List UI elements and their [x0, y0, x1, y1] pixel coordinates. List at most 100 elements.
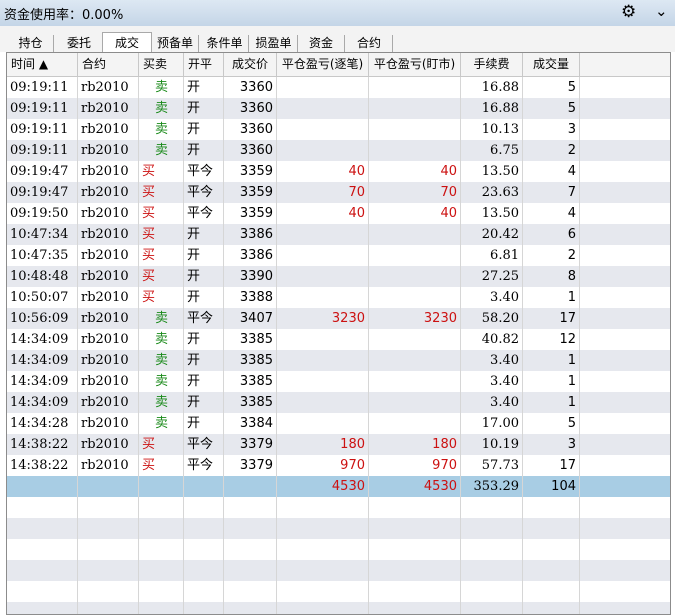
cell-empty — [580, 518, 670, 539]
col-price[interactable]: 成交价 — [224, 53, 277, 76]
cell-time: 10:47:35 — [7, 245, 78, 266]
table-row[interactable]: 14:34:09 rb2010 卖开 3385 3.40 1 — [7, 371, 670, 392]
table-row[interactable]: 14:34:09 rb2010 卖开 3385 40.82 12 — [7, 329, 670, 350]
tab-trades[interactable]: 成交 — [102, 32, 152, 54]
cell-empty — [461, 497, 523, 518]
cell-open-close: 开 — [184, 77, 224, 98]
cell-side: 卖 — [139, 371, 184, 392]
cell-open-close: 平今 — [184, 455, 224, 476]
table-row[interactable]: 14:38:22 rb2010 买平今 3379 970 970 57.73 17 — [7, 455, 670, 476]
cell-qty: 2 — [523, 245, 580, 266]
table-row[interactable]: 09:19:11 rb2010 卖开 3360 6.75 2 — [7, 140, 670, 161]
cell-empty — [224, 497, 277, 518]
cell-fee: 16.88 — [461, 77, 523, 98]
col-qty[interactable]: 成交量 — [523, 53, 580, 76]
cell-contract: rb2010 — [78, 392, 139, 413]
cell-empty — [277, 581, 369, 602]
cell-pnl-trade — [277, 224, 369, 245]
cell-empty — [523, 497, 580, 518]
cell-price: 3388 — [224, 287, 277, 308]
cell-pnl-trade — [277, 98, 369, 119]
cell-filler — [580, 350, 670, 371]
cell-contract: rb2010 — [78, 287, 139, 308]
cell-qty: 5 — [523, 77, 580, 98]
tab-stop-profit[interactable]: 损盈单 — [250, 35, 298, 52]
cell-empty — [369, 581, 461, 602]
col-open-close[interactable]: 开平 — [184, 53, 224, 76]
table-row[interactable]: 14:34:09 rb2010 卖开 3385 3.40 1 — [7, 392, 670, 413]
cell-qty: 1 — [523, 371, 580, 392]
cell-open-close: 开 — [184, 350, 224, 371]
cell-qty: 17 — [523, 455, 580, 476]
empty-row — [7, 560, 670, 581]
cell-time: 09:19:11 — [7, 98, 78, 119]
cell-empty — [580, 602, 670, 614]
cell-side: 卖 — [139, 77, 184, 98]
tab-orders[interactable]: 委托 — [56, 35, 103, 52]
cell-filler — [580, 266, 670, 287]
cell-pnl-trade — [277, 350, 369, 371]
cell-pnl-trade — [277, 77, 369, 98]
cell-empty — [139, 560, 184, 581]
cell-contract: rb2010 — [78, 245, 139, 266]
cell-price: 3360 — [224, 140, 277, 161]
table-row[interactable]: 10:47:34 rb2010 买开 3386 20.42 6 — [7, 224, 670, 245]
empty-row — [7, 581, 670, 602]
cell-fee: 6.81 — [461, 245, 523, 266]
cell-pnl-trade — [277, 392, 369, 413]
cell-empty — [369, 602, 461, 614]
tab-preorders[interactable]: 预备单 — [152, 35, 199, 52]
cell-pnl-trade — [277, 413, 369, 434]
table-row[interactable]: 14:34:28 rb2010 卖开 3384 17.00 5 — [7, 413, 670, 434]
cell-side: 买 — [139, 161, 184, 182]
cell-open-close: 开 — [184, 119, 224, 140]
table-row[interactable]: 10:47:35 rb2010 买开 3386 6.81 2 — [7, 245, 670, 266]
cell-empty — [580, 539, 670, 560]
table-row[interactable]: 09:19:50 rb2010 买平今 3359 40 40 13.50 4 — [7, 203, 670, 224]
table-row[interactable]: 09:19:11 rb2010 卖开 3360 16.88 5 — [7, 98, 670, 119]
col-contract[interactable]: 合约 — [78, 53, 139, 76]
table-row[interactable]: 10:48:48 rb2010 买开 3390 27.25 8 — [7, 266, 670, 287]
tab-contracts[interactable]: 合约 — [346, 35, 393, 52]
tab-funds[interactable]: 资金 — [298, 35, 345, 52]
cell-qty: 5 — [523, 413, 580, 434]
table-row[interactable]: 14:34:09 rb2010 卖开 3385 3.40 1 — [7, 350, 670, 371]
table-row[interactable]: 09:19:47 rb2010 买平今 3359 40 40 13.50 4 — [7, 161, 670, 182]
cell-fee: 6.75 — [461, 140, 523, 161]
col-pnl-mark[interactable]: 平仓盈亏(盯市) — [369, 53, 461, 76]
cell-fee: 3.40 — [461, 350, 523, 371]
tab-positions[interactable]: 持仓 — [8, 35, 54, 52]
table-row[interactable]: 09:19:47 rb2010 买平今 3359 70 70 23.63 7 — [7, 182, 670, 203]
cell-time: 14:34:09 — [7, 329, 78, 350]
cell-empty — [224, 581, 277, 602]
cell-fee: 10.13 — [461, 119, 523, 140]
cell-time: 10:48:48 — [7, 266, 78, 287]
table-row[interactable]: 10:56:09 rb2010 卖平今 3407 3230 3230 58.20 17 — [7, 308, 670, 329]
cell-qty: 2 — [523, 140, 580, 161]
cell-empty — [184, 602, 224, 614]
table-row[interactable]: 09:19:11 rb2010 卖开 3360 10.13 3 — [7, 119, 670, 140]
col-fee[interactable]: 手续费 — [461, 53, 523, 76]
gear-icon[interactable]: ⚙ — [621, 2, 636, 22]
table-row[interactable]: 10:50:07 rb2010 买开 3388 3.40 1 — [7, 287, 670, 308]
tab-conditional[interactable]: 条件单 — [201, 35, 249, 52]
cell-filler — [580, 476, 670, 497]
trades-table[interactable]: 时间 ▲ 合约 买卖 开平 成交价 平仓盈亏(逐笔) 平仓盈亏(盯市) 手续费 … — [6, 52, 671, 615]
col-side[interactable]: 买卖 — [139, 53, 184, 76]
cell-open-close: 平今 — [184, 161, 224, 182]
cell-empty — [139, 539, 184, 560]
table-row[interactable]: 09:19:11 rb2010 卖开 3360 16.88 5 — [7, 77, 670, 98]
cell-filler — [580, 182, 670, 203]
cell-pnl-trade — [277, 119, 369, 140]
cell-empty — [461, 518, 523, 539]
table-row[interactable]: 14:38:22 rb2010 买平今 3379 180 180 10.19 3 — [7, 434, 670, 455]
cell-pnl-mark — [369, 413, 461, 434]
col-pnl-trade[interactable]: 平仓盈亏(逐笔) — [277, 53, 369, 76]
cell-open-close: 平今 — [184, 434, 224, 455]
cell-empty — [7, 602, 78, 614]
col-time[interactable]: 时间 ▲ — [7, 53, 78, 76]
cell-price: 3360 — [224, 77, 277, 98]
chevron-down-icon[interactable]: ⌄ — [655, 2, 668, 20]
cell-empty — [78, 476, 139, 497]
cell-price: 3379 — [224, 455, 277, 476]
